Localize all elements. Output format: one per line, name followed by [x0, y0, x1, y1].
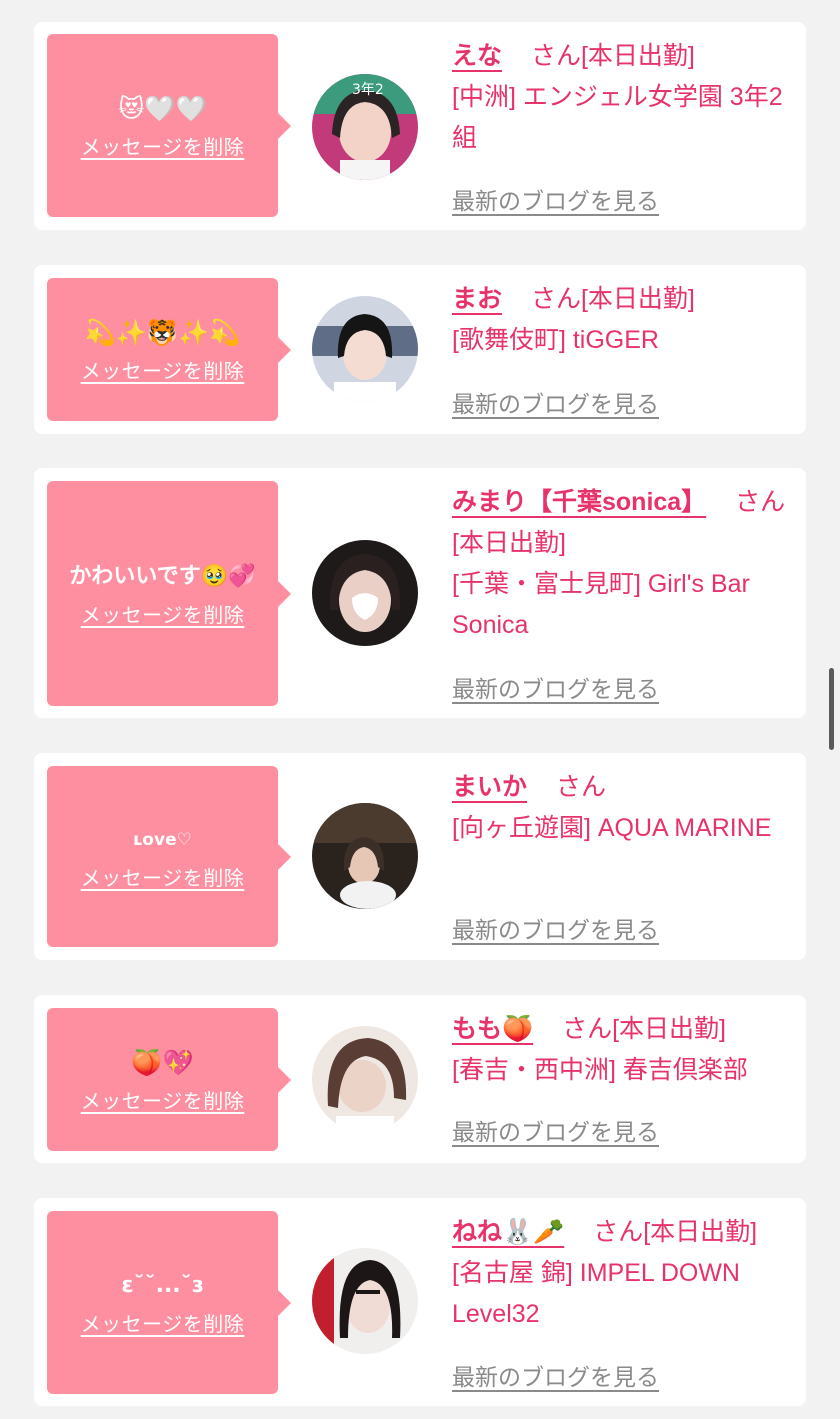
latest-blog-link[interactable]: 最新のブログを見る	[452, 385, 659, 419]
attendance-status: [本日出勤]	[580, 285, 695, 313]
avatar[interactable]: 3年2	[312, 74, 418, 180]
message-text: 😻🤍🤍	[118, 94, 207, 123]
message-text: ɛ˘˘...˘ɜ	[121, 1273, 204, 1298]
attendance-status: [本日出勤]	[612, 1015, 727, 1043]
cast-card: ʟove♡ メッセージを削除 まいか さん [向ヶ丘遊園] AQUA MARIN…	[34, 753, 806, 960]
honorific: さん	[530, 42, 581, 70]
cast-info: まお さん[本日出勤] [歌舞伎町] tiGGER	[452, 279, 792, 361]
shop-name: [中洲] エンジェル女学園 3年2組	[452, 83, 783, 152]
cast-info: もも🍑 さん[本日出勤] [春吉・西中洲] 春吉倶楽部	[452, 1009, 792, 1091]
svg-text:3年2: 3年2	[352, 82, 384, 98]
delete-message-link[interactable]: メッセージを削除	[81, 599, 245, 628]
cast-info: まいか さん [向ヶ丘遊園] AQUA MARINE	[452, 767, 792, 849]
avatar[interactable]	[312, 803, 418, 909]
honorific: さん	[555, 773, 606, 801]
attendance-status: [本日出勤]	[452, 529, 566, 557]
avatar[interactable]	[312, 1248, 418, 1354]
scrollbar[interactable]	[829, 668, 834, 750]
message-bubble: 😻🤍🤍 メッセージを削除	[47, 34, 291, 217]
shop-name: [歌舞伎町] tiGGER	[452, 326, 659, 354]
latest-blog-link[interactable]: 最新のブログを見る	[452, 182, 659, 216]
message-text: ʟove♡	[133, 830, 192, 850]
latest-blog-link[interactable]: 最新のブログを見る	[452, 670, 659, 704]
cast-name-link[interactable]: まお	[452, 285, 502, 313]
cast-card: 💫✨🐯✨💫 メッセージを削除 まお さん[本日出勤] [歌舞伎町] tiGGER…	[34, 265, 806, 434]
honorific: さん	[562, 1015, 613, 1043]
message-bubble: かわいいです🥹💞 メッセージを削除	[47, 481, 291, 706]
honorific: さん	[593, 1218, 644, 1246]
cast-card: かわいいです🥹💞 メッセージを削除 みまり【千葉sonica】 さん [本日出勤]…	[34, 468, 806, 718]
delete-message-link[interactable]: メッセージを削除	[81, 1085, 245, 1114]
message-text: かわいいです🥹💞	[69, 564, 256, 589]
cast-name-link[interactable]: みまり【千葉sonica】	[452, 488, 706, 516]
cast-card: 🍑💖 メッセージを削除 もも🍑 さん[本日出勤] [春吉・西中洲] 春吉倶楽部 …	[34, 995, 806, 1163]
cast-card: ɛ˘˘...˘ɜ メッセージを削除 ねね🐰🥕 さん[本日出勤] [名古屋 錦] …	[34, 1198, 806, 1406]
favorite-list: 😻🤍🤍 メッセージを削除 3年2 えな さん[本日出勤] [中洲] エンジェル女…	[0, 0, 840, 1419]
delete-message-link[interactable]: メッセージを削除	[81, 862, 245, 891]
honorific: さん	[530, 285, 581, 313]
cast-info: ねね🐰🥕 さん[本日出勤] [名古屋 錦] IMPEL DOWN Level32	[452, 1212, 792, 1335]
cast-info: みまり【千葉sonica】 さん [本日出勤] [千葉・富士見町] Girl's …	[452, 482, 792, 646]
delete-message-link[interactable]: メッセージを削除	[81, 131, 245, 160]
message-bubble: ʟove♡ メッセージを削除	[47, 766, 291, 947]
shop-name: [千葉・富士見町] Girl's Bar Sonica	[452, 570, 750, 639]
latest-blog-link[interactable]: 最新のブログを見る	[452, 1113, 659, 1147]
cast-info: えな さん[本日出勤] [中洲] エンジェル女学園 3年2組	[452, 36, 792, 159]
avatar[interactable]	[312, 540, 418, 646]
message-text: 💫✨🐯✨💫	[84, 318, 241, 347]
message-bubble: 💫✨🐯✨💫 メッセージを削除	[47, 278, 291, 421]
shop-name: [向ヶ丘遊園] AQUA MARINE	[452, 814, 772, 842]
attendance-status: [本日出勤]	[643, 1218, 758, 1246]
avatar[interactable]	[312, 296, 418, 402]
attendance-status: [本日出勤]	[580, 42, 695, 70]
delete-message-link[interactable]: メッセージを削除	[81, 355, 245, 384]
cast-name-link[interactable]: まいか	[452, 773, 527, 801]
message-bubble: 🍑💖 メッセージを削除	[47, 1008, 291, 1151]
shop-name: [名古屋 錦] IMPEL DOWN Level32	[452, 1259, 740, 1328]
message-bubble: ɛ˘˘...˘ɜ メッセージを削除	[47, 1211, 291, 1394]
honorific: さん	[735, 488, 786, 516]
cast-card: 😻🤍🤍 メッセージを削除 3年2 えな さん[本日出勤] [中洲] エンジェル女…	[34, 22, 806, 230]
cast-name-link[interactable]: えな	[452, 42, 502, 70]
cast-name-link[interactable]: ねね🐰🥕	[452, 1218, 564, 1246]
delete-message-link[interactable]: メッセージを削除	[81, 1308, 245, 1337]
shop-name: [春吉・西中洲] 春吉倶楽部	[452, 1056, 748, 1084]
avatar[interactable]	[312, 1026, 418, 1132]
latest-blog-link[interactable]: 最新のブログを見る	[452, 1358, 659, 1392]
cast-name-link[interactable]: もも🍑	[452, 1015, 533, 1043]
latest-blog-link[interactable]: 最新のブログを見る	[452, 911, 659, 945]
message-text: 🍑💖	[131, 1048, 194, 1077]
